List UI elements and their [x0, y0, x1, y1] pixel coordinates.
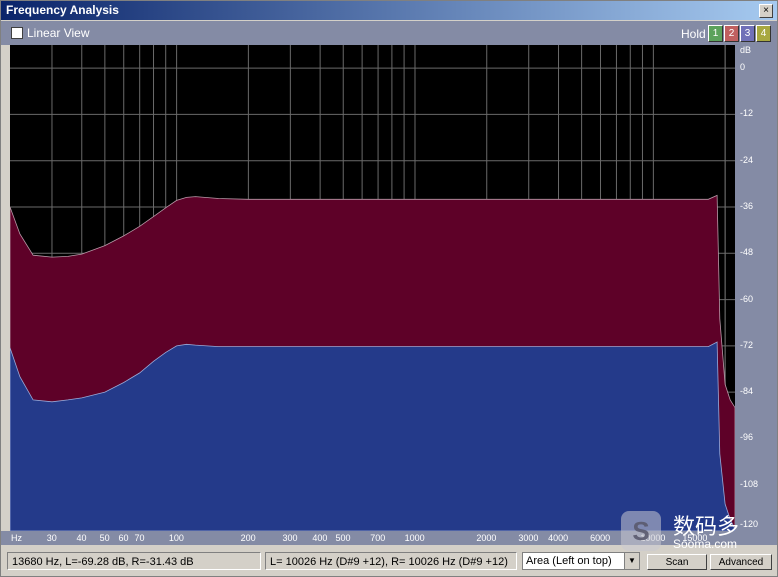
x-tick-label: 6000	[590, 533, 611, 543]
window-title: Frequency Analysis	[6, 3, 119, 17]
y-tick-label: -48	[740, 247, 754, 258]
title-bar[interactable]: Frequency Analysis ×	[1, 1, 777, 20]
watermark: S 数码多 Sooma.com	[619, 509, 769, 553]
x-tick-label: 60	[118, 533, 129, 543]
cursor-readout: 13680 Hz, L=-69.28 dB, R=-31.43 dB	[7, 552, 261, 570]
x-tick-label: 40	[76, 533, 87, 543]
x-tick-label: 100	[168, 533, 184, 543]
x-tick-label: 1000	[404, 533, 425, 543]
x-tick-label: 300	[282, 533, 298, 543]
spectrum-chart	[10, 45, 735, 531]
scan-button[interactable]: Scan	[647, 554, 707, 570]
x-tick-label: 4000	[548, 533, 569, 543]
x-tick-label: 400	[312, 533, 328, 543]
y-tick-label: -24	[740, 154, 754, 165]
hold-label: Hold	[681, 27, 706, 41]
hold-button-2[interactable]: 2	[724, 25, 739, 42]
advanced-button[interactable]: Advanced	[710, 554, 772, 570]
watermark-logo: S	[621, 511, 661, 551]
y-tick-label: dB	[740, 45, 752, 55]
y-tick-label: -12	[740, 108, 754, 119]
y-tick-label: 0	[740, 62, 746, 73]
y-tick-label: -60	[740, 293, 754, 304]
y-tick-label: -84	[740, 386, 754, 397]
y-tick-label: -36	[740, 201, 754, 211]
close-button[interactable]: ×	[759, 4, 773, 18]
chevron-down-icon[interactable]: ▼	[624, 553, 639, 569]
x-tick-label: 200	[240, 533, 256, 543]
spectrum-plot[interactable]	[10, 45, 735, 531]
x-tick-label: 500	[335, 533, 351, 543]
y-axis: dB 0 -12 -24 -36 -48 -60 -72 -84 -96 -108 -120	[735, 45, 777, 531]
hold-button-3[interactable]: 3	[740, 25, 755, 42]
y-tick-label: -108	[740, 478, 759, 489]
linear-view-label: Linear View	[27, 26, 90, 40]
display-mode-value: Area (Left on top)	[526, 555, 612, 567]
hold-button-4[interactable]: 4	[756, 25, 771, 42]
watermark-domain: Sooma.com	[673, 537, 738, 551]
x-tick-label: 700	[370, 533, 386, 543]
peak-readout: L= 10026 Hz (D#9 +12), R= 10026 Hz (D#9 …	[265, 552, 517, 570]
display-mode-select[interactable]: Area (Left on top) ▼	[522, 552, 640, 570]
toolbar	[1, 21, 777, 45]
hold-button-1[interactable]: 1	[708, 25, 723, 42]
x-tick-label: 2000	[476, 533, 497, 543]
frequency-analysis-window: Frequency Analysis × Linear View Hold 1 …	[0, 0, 778, 577]
x-axis-unit-label: Hz	[11, 533, 22, 543]
x-tick-label: 70	[134, 533, 145, 543]
x-tick-label: 3000	[518, 533, 539, 543]
linear-view-checkbox[interactable]	[11, 27, 23, 39]
y-tick-label: -96	[740, 432, 754, 443]
x-tick-label: 50	[99, 533, 110, 543]
x-tick-label: 30	[46, 533, 57, 543]
y-tick-label: -72	[740, 339, 754, 350]
